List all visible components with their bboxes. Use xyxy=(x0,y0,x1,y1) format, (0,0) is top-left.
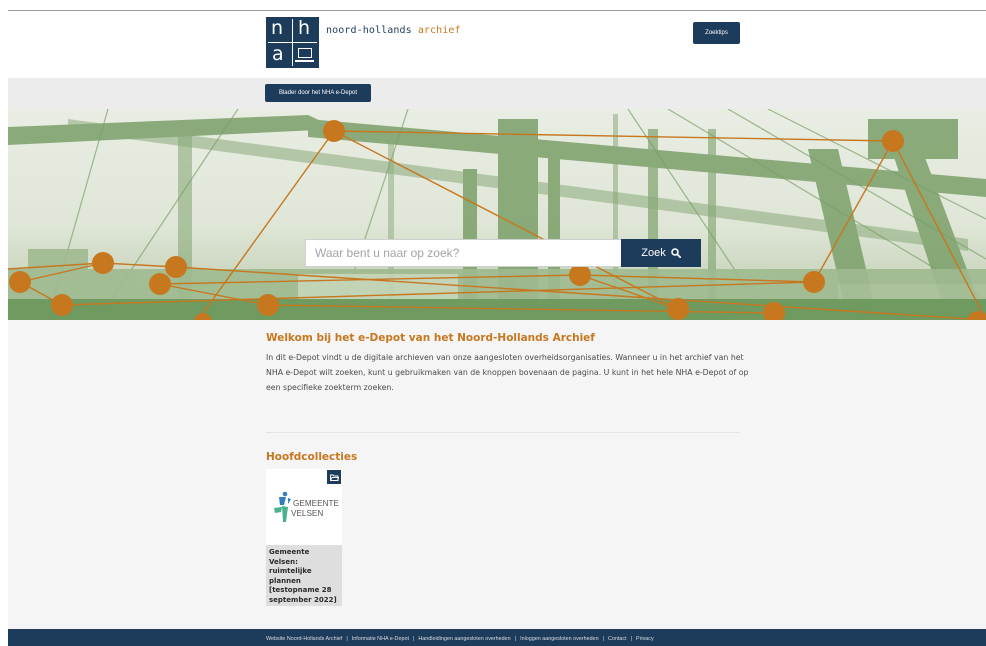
footer-link-contact[interactable]: Contact xyxy=(608,636,627,642)
footer-separator: | xyxy=(602,636,605,642)
footer-link-privacy[interactable]: Privacy xyxy=(636,636,654,642)
section-divider xyxy=(266,432,740,433)
hero-banner xyxy=(8,109,986,320)
collection-caption[interactable]: Gemeente Velsen: ruimtelijke plannen [te… xyxy=(266,545,342,606)
search-input[interactable] xyxy=(305,239,621,267)
footer-link-handleidingen[interactable]: Handleidingen aangesloten overheden xyxy=(418,636,510,642)
logo-letter-h: h xyxy=(298,17,311,39)
zoektips-button[interactable]: Zoektips xyxy=(693,22,740,44)
collection-card[interactable]: GEMEENTE VELSEN Gemeente Velsen: ruimtel… xyxy=(266,469,342,606)
nav-band xyxy=(8,78,986,109)
search-button-label: Zoek xyxy=(641,247,666,259)
brand-name-part2: archief xyxy=(417,25,461,36)
footer-link-inloggen[interactable]: Inloggen aangesloten overheden xyxy=(520,636,599,642)
laptop-icon xyxy=(295,48,314,62)
footer-separator: | xyxy=(630,636,633,642)
footer-links: Website Noord-Hollands Archief | Informa… xyxy=(266,636,654,642)
collections-title: Hoofdcollecties xyxy=(266,451,358,463)
logo[interactable]: n h a xyxy=(266,17,319,68)
footer-link-informatie[interactable]: Informatie NHA e-Depot xyxy=(352,636,409,642)
blader-button[interactable]: Blader door het NHA e-Depot xyxy=(265,84,371,102)
folder-open-icon[interactable] xyxy=(327,470,341,484)
logo-text-gemeente: GEMEENTE xyxy=(293,499,339,508)
footer-separator: | xyxy=(412,636,415,642)
logo-letter-a: a xyxy=(272,43,284,65)
brand-name[interactable]: noord-hollands archief xyxy=(326,25,461,36)
search-icon xyxy=(670,248,681,258)
welcome-text: In dit e-Depot vindt u de digitale archi… xyxy=(266,353,749,392)
footer-separator: | xyxy=(346,636,348,642)
logo-letter-n: n xyxy=(271,17,284,39)
logo-line-horizontal xyxy=(268,42,317,43)
welcome-title: Welkom bij het e-Depot van het Noord-Hol… xyxy=(266,332,595,344)
search-button[interactable]: Zoek xyxy=(621,239,701,267)
brand-name-part1: noord-hollands xyxy=(326,25,412,36)
hero-illustration xyxy=(8,109,986,320)
search-bar: Zoek xyxy=(305,239,701,267)
footer-separator: | xyxy=(514,636,517,642)
header-divider xyxy=(8,10,986,11)
footer-link-website[interactable]: Website Noord-Hollands Archief xyxy=(266,636,342,642)
logo-text-velsen: VELSEN xyxy=(291,509,323,518)
